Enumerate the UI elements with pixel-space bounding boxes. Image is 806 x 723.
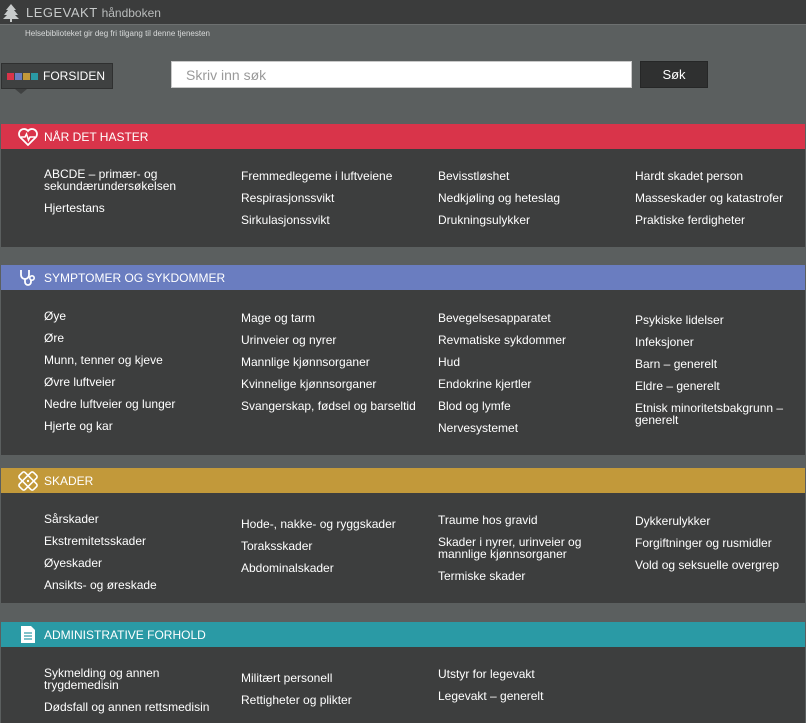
topic-link[interactable]: Dykkerulykker [635, 515, 803, 527]
document-icon [17, 624, 39, 646]
home-button-label: FORSIDEN [43, 69, 106, 83]
topic-link[interactable]: Øye [44, 310, 224, 322]
topic-link[interactable]: Munn, tenner og kjeve [44, 354, 224, 366]
topic-link[interactable]: Rettigheter og plikter [241, 694, 421, 706]
topic-link[interactable]: Svangerskap, fødsel og barseltid [241, 400, 421, 412]
search-button[interactable]: Søk [640, 61, 708, 88]
topic-link[interactable]: Legevakt – generelt [438, 690, 618, 702]
top-bar: LEGEVAKT håndboken [0, 0, 806, 25]
topic-link[interactable]: Forgiftninger og rusmidler [635, 537, 803, 549]
home-color-square [7, 72, 14, 80]
topic-link[interactable]: Hud [438, 356, 618, 368]
topic-link[interactable]: Praktiske ferdigheter [635, 214, 803, 226]
stethoscope-icon [17, 267, 39, 289]
topic-link[interactable]: Etnisk minoritetsbakgrunn – generelt [635, 402, 803, 426]
header-subtitle: Helsebiblioteket gir deg fri tilgang til… [25, 29, 211, 38]
topic-link[interactable]: ABCDE – primær- og sekundærundersøkelsen [44, 168, 224, 192]
topic-link[interactable]: Infeksjoner [635, 336, 803, 348]
topic-link[interactable]: Øvre luftveier [44, 376, 224, 388]
topic-link[interactable]: Hardt skadet person [635, 170, 803, 182]
topic-link[interactable]: Øyeskader [44, 557, 224, 569]
topic-link[interactable]: Respirasjonssvikt [241, 192, 421, 204]
topic-link[interactable]: Hjerte og kar [44, 420, 224, 432]
section-title: NÅR DET HASTER [44, 129, 149, 144]
topic-link[interactable]: Militært personell [241, 672, 421, 684]
topic-link[interactable]: Eldre – generelt [635, 380, 803, 392]
topic-link[interactable]: Sykmelding og annen trygdemedisin [44, 667, 224, 691]
home-color-square [15, 72, 22, 80]
topic-link[interactable]: Barn – generelt [635, 358, 803, 370]
section-header: NÅR DET HASTER [1, 124, 805, 149]
topic-link[interactable]: Ekstremitetsskader [44, 535, 224, 547]
topic-link[interactable]: Mannlige kjønnsorganer [241, 356, 421, 368]
section-header: SKADER [1, 468, 805, 493]
brand-logo[interactable]: LEGEVAKT håndboken [26, 5, 161, 20]
topic-link[interactable]: Traume hos gravid [438, 514, 618, 526]
home-pointer [15, 89, 27, 94]
topic-link[interactable]: Bevegelsesapparatet [438, 312, 618, 324]
section-title: ADMINISTRATIVE FORHOLD [44, 627, 206, 642]
topic-link[interactable]: Øre [44, 332, 224, 344]
topic-link[interactable]: Fremmedlegeme i luftveiene [241, 170, 421, 182]
topic-link[interactable]: Urinveier og nyrer [241, 334, 421, 346]
topic-link[interactable]: Vold og seksuelle overgrep [635, 559, 803, 571]
topic-link[interactable]: Termiske skader [438, 570, 618, 582]
topic-link[interactable]: Abdominalskader [241, 562, 421, 574]
topic-link[interactable]: Hjertestans [44, 202, 224, 214]
tree-logo-icon [3, 4, 19, 22]
topic-link[interactable]: Dødsfall og annen rettsmedisin [44, 701, 224, 713]
topic-link[interactable]: Psykiske lidelser [635, 314, 803, 326]
topic-link[interactable]: Sårskader [44, 513, 224, 525]
topic-link[interactable]: Hode-, nakke- og ryggskader [241, 518, 421, 530]
topic-link[interactable]: Utstyr for legevakt [438, 668, 618, 680]
topic-link[interactable]: Endokrine kjertler [438, 378, 618, 390]
topic-link[interactable]: Revmatiske sykdommer [438, 334, 618, 346]
topic-link[interactable]: Mage og tarm [241, 312, 421, 324]
section-header: ADMINISTRATIVE FORHOLD [1, 622, 805, 647]
section-title: SKADER [44, 473, 94, 488]
topic-link[interactable]: Drukningsulykker [438, 214, 618, 226]
topic-link[interactable]: Toraksskader [241, 540, 421, 552]
topic-link[interactable]: Nedre luftveier og lunger [44, 398, 224, 410]
home-color-square [31, 72, 38, 80]
section-title: SYMPTOMER OG SYKDOMMER [44, 270, 226, 285]
bandage-icon [17, 470, 39, 492]
topic-link[interactable]: Bevisstløshet [438, 170, 618, 182]
topic-link[interactable]: Nervesystemet [438, 422, 618, 434]
search-input[interactable] [171, 61, 632, 88]
topic-link[interactable]: Ansikts- og øreskade [44, 579, 224, 591]
topic-link[interactable]: Blod og lymfe [438, 400, 618, 412]
topic-link[interactable]: Skader i nyrer, urinveier og mannlige kj… [438, 536, 618, 560]
topic-link[interactable]: Nedkjøling og heteslag [438, 192, 618, 204]
home-color-square [23, 72, 30, 80]
brand-sub: håndboken [101, 6, 161, 20]
section-header: SYMPTOMER OG SYKDOMMER [1, 265, 805, 290]
topic-link[interactable]: Sirkulasjonssvikt [241, 214, 421, 226]
brand-main: LEGEVAKT [26, 5, 98, 20]
heart-pulse-icon [17, 126, 39, 148]
topic-link[interactable]: Masseskader og katastrofer [635, 192, 803, 204]
topic-link[interactable]: Kvinnelige kjønnsorganer [241, 378, 421, 390]
home-button[interactable]: FORSIDEN [1, 63, 113, 89]
